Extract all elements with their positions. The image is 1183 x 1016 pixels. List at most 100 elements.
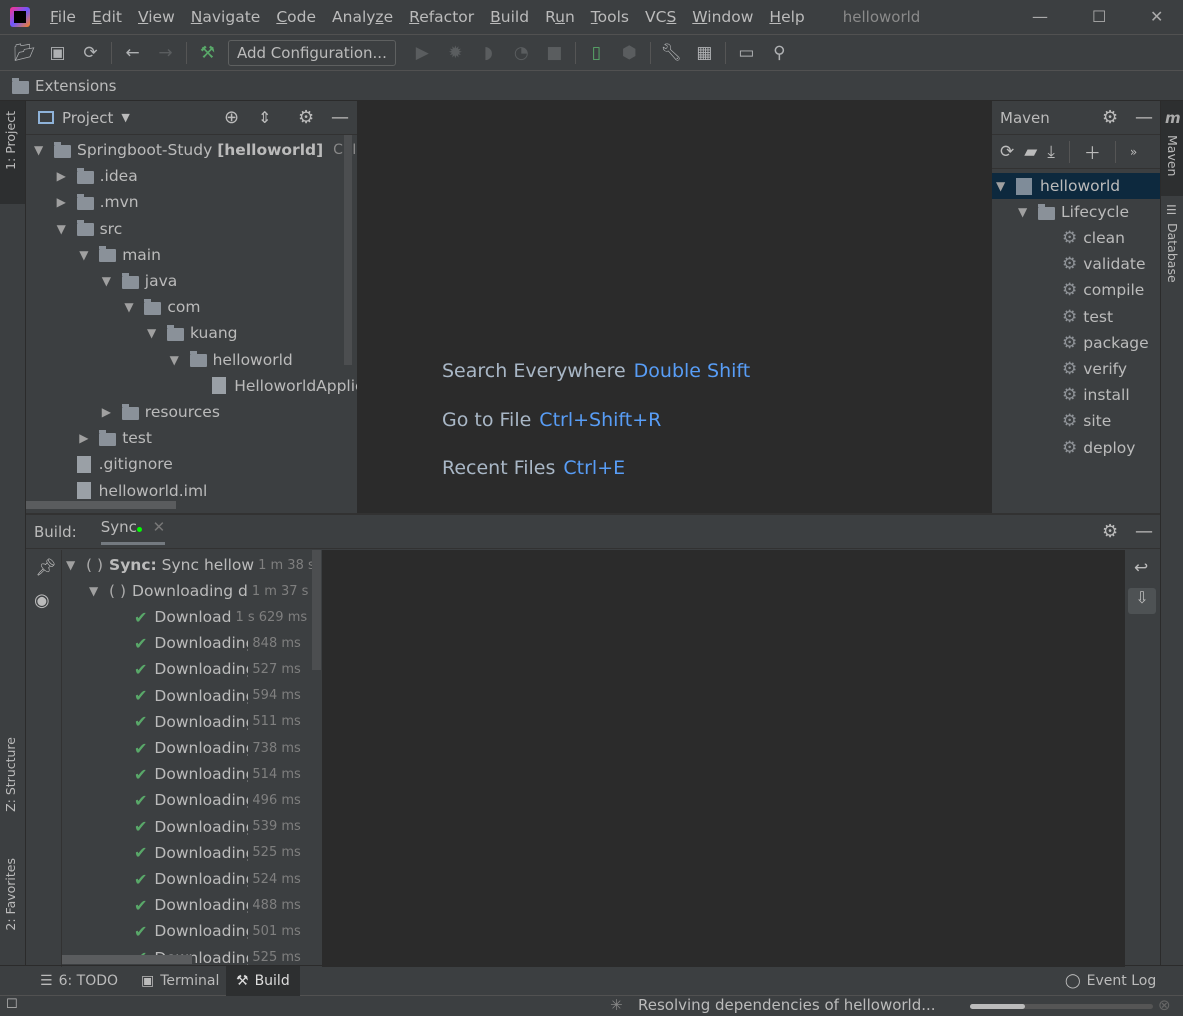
maven-goal-install[interactable]: ⚙ install	[1062, 382, 1130, 408]
pin-icon[interactable]: 📌︎	[35, 558, 57, 578]
reload-icon[interactable]: ⟳	[1000, 142, 1014, 162]
tab-database[interactable]: Database	[1165, 223, 1180, 283]
sdk-manager-icon[interactable]: ⬢	[613, 43, 646, 63]
expand-arrow-icon[interactable]: ▼	[79, 248, 99, 262]
gear-icon[interactable]: ⚙	[1102, 107, 1118, 128]
build-row[interactable]: ✔ Downloading 594 ms	[134, 683, 301, 709]
expand-arrow-icon[interactable]: ▼	[102, 274, 122, 288]
horizontal-scrollbar[interactable]	[26, 501, 176, 509]
menu-item[interactable]: File	[42, 8, 84, 26]
coverage-icon[interactable]: ◗	[472, 43, 505, 63]
generate-sources-icon[interactable]: ▰	[1024, 142, 1037, 162]
download-icon[interactable]: ⤓	[1047, 142, 1055, 162]
forward-icon[interactable]: →	[149, 43, 182, 63]
project-view-selector[interactable]: Project	[62, 109, 113, 127]
tree-item[interactable]: ▼ main	[79, 242, 161, 268]
back-icon[interactable]: ←	[116, 43, 149, 63]
build-row[interactable]: ✔ Downloading 501 ms	[134, 918, 301, 944]
save-icon[interactable]: ▣	[41, 43, 74, 63]
menu-item[interactable]: Code	[268, 8, 324, 26]
expand-arrow-icon[interactable]: ▼	[57, 222, 77, 236]
expand-arrow-icon[interactable]: ▼	[89, 584, 109, 598]
maven-goal-test[interactable]: ⚙ test	[1062, 304, 1113, 330]
build-row[interactable]: ✔ Downloading 524 ms	[134, 866, 301, 892]
sync-icon[interactable]: ⟳	[74, 43, 107, 63]
build-row[interactable]: ✔ Downloading 539 ms	[134, 814, 301, 840]
build-row-root[interactable]: ▼ ( ) Sync: Sync hellow 1 m 38 s	[66, 552, 315, 578]
tree-item[interactable]: ▼ kuang	[147, 320, 237, 346]
maven-goal-clean[interactable]: ⚙ clean	[1062, 225, 1125, 251]
run-icon[interactable]: ▶	[406, 43, 439, 63]
debug-icon[interactable]: ✹	[439, 43, 472, 63]
build-console-output[interactable]	[322, 550, 1125, 967]
expand-arrow-icon[interactable]: ▼	[147, 326, 167, 340]
build-row[interactable]: ✔ Downloading 527 ms	[134, 656, 301, 682]
build-row[interactable]: ✔ Downloading 511 ms	[134, 709, 301, 735]
tab-todo[interactable]: ☰ 6: TODO	[30, 966, 128, 996]
tree-item[interactable]: ▼ helloworld	[170, 347, 293, 373]
soft-wrap-icon[interactable]: ↩	[1134, 558, 1148, 578]
avd-manager-icon[interactable]: ▯	[580, 43, 613, 63]
maven-lifecycle[interactable]: ▼ Lifecycle	[1018, 199, 1129, 225]
tree-item[interactable]: ▶ test	[79, 425, 152, 451]
expand-arrow-icon[interactable]: ▶	[57, 195, 77, 209]
maven-goal-package[interactable]: ⚙ package	[1062, 330, 1149, 356]
build-row[interactable]: ✔ Downloading 488 ms	[134, 892, 301, 918]
gear-icon[interactable]: ⚙	[1102, 521, 1118, 542]
toggle-tool-windows-icon[interactable]: ☐	[6, 997, 18, 1012]
build-row[interactable]: ✔ Downloading 514 ms	[134, 761, 301, 787]
tree-item[interactable]: ▼ Springboot-Study [helloworld] C:\IDE	[34, 137, 376, 163]
tree-item[interactable]: .gitignore	[57, 451, 173, 477]
expand-arrow-icon[interactable]: ▼	[124, 300, 144, 314]
project-structure-icon[interactable]: ▦	[688, 43, 721, 63]
expand-arrow-icon[interactable]: ▼	[170, 353, 190, 367]
settings-wrench-icon[interactable]: 🔧︎	[655, 43, 688, 63]
tab-project[interactable]: 1: Project	[3, 111, 18, 170]
expand-arrow-icon[interactable]: ▼	[1018, 205, 1038, 219]
menu-item[interactable]: Tools	[583, 8, 637, 26]
menu-item[interactable]: View	[130, 8, 183, 26]
build-hammer-icon[interactable]: ⚒	[191, 43, 224, 63]
maven-goal-verify[interactable]: ⚙ verify	[1062, 356, 1127, 382]
tab-event-log[interactable]: ◯ Event Log	[1055, 966, 1166, 996]
tab-sync[interactable]: Sync ✕	[100, 518, 166, 545]
menu-item[interactable]: Window	[684, 8, 761, 26]
maven-goal-deploy[interactable]: ⚙ deploy	[1062, 435, 1135, 461]
hide-icon[interactable]: —	[1135, 521, 1153, 542]
expand-arrow-icon[interactable]: ▼	[66, 558, 86, 572]
vertical-scrollbar[interactable]	[312, 550, 321, 670]
terminal-window-icon[interactable]: ▭	[730, 43, 763, 63]
menu-item[interactable]: VCS	[637, 8, 684, 26]
expand-arrow-icon[interactable]: ▶	[57, 169, 77, 183]
vertical-scrollbar[interactable]	[344, 135, 352, 365]
add-configuration-button[interactable]: Add Configuration...	[228, 40, 396, 66]
maven-goal-validate[interactable]: ⚙ validate	[1062, 251, 1146, 277]
build-row[interactable]: ✔ Downloading 738 ms	[134, 735, 301, 761]
tree-item[interactable]: ▶ .idea	[57, 163, 138, 189]
expand-arrow-icon[interactable]: ▼	[996, 179, 1016, 193]
menu-item[interactable]: Run	[537, 8, 583, 26]
chevron-down-icon[interactable]: ▼	[121, 111, 129, 124]
search-icon[interactable]: ⚲	[763, 43, 796, 63]
more-icon[interactable]: »	[1130, 145, 1137, 159]
close-tab-icon[interactable]: ✕	[153, 518, 166, 536]
eye-icon[interactable]: ◉	[34, 590, 50, 611]
close-icon[interactable]: ✕	[1150, 7, 1163, 26]
maven-project-helloworld[interactable]: ▼ helloworld	[992, 173, 1160, 199]
tree-item[interactable]: helloworld.iml	[57, 478, 207, 504]
build-row[interactable]: ✔ Downloading 496 ms	[134, 787, 301, 813]
minimize-icon[interactable]: —	[1032, 7, 1048, 26]
expand-arrow-icon[interactable]: ▼	[34, 143, 54, 157]
open-folder-icon[interactable]: 📂︎	[8, 43, 41, 63]
horizontal-scrollbar[interactable]	[62, 955, 192, 964]
tab-maven[interactable]: Maven	[1165, 135, 1180, 176]
tab-structure[interactable]: Z: Structure	[3, 737, 18, 812]
locate-icon[interactable]: ⊕	[224, 107, 239, 128]
tree-item[interactable]: ▼ com	[124, 294, 200, 320]
tree-item[interactable]: ▼ java	[102, 268, 177, 294]
expand-arrow-icon[interactable]: ▶	[79, 431, 99, 445]
expand-arrow-icon[interactable]: ▶	[102, 405, 122, 419]
menu-item[interactable]: Edit	[84, 8, 130, 26]
tab-terminal[interactable]: ▣ Terminal	[131, 966, 229, 996]
tab-favorites[interactable]: 2: Favorites	[3, 858, 18, 931]
